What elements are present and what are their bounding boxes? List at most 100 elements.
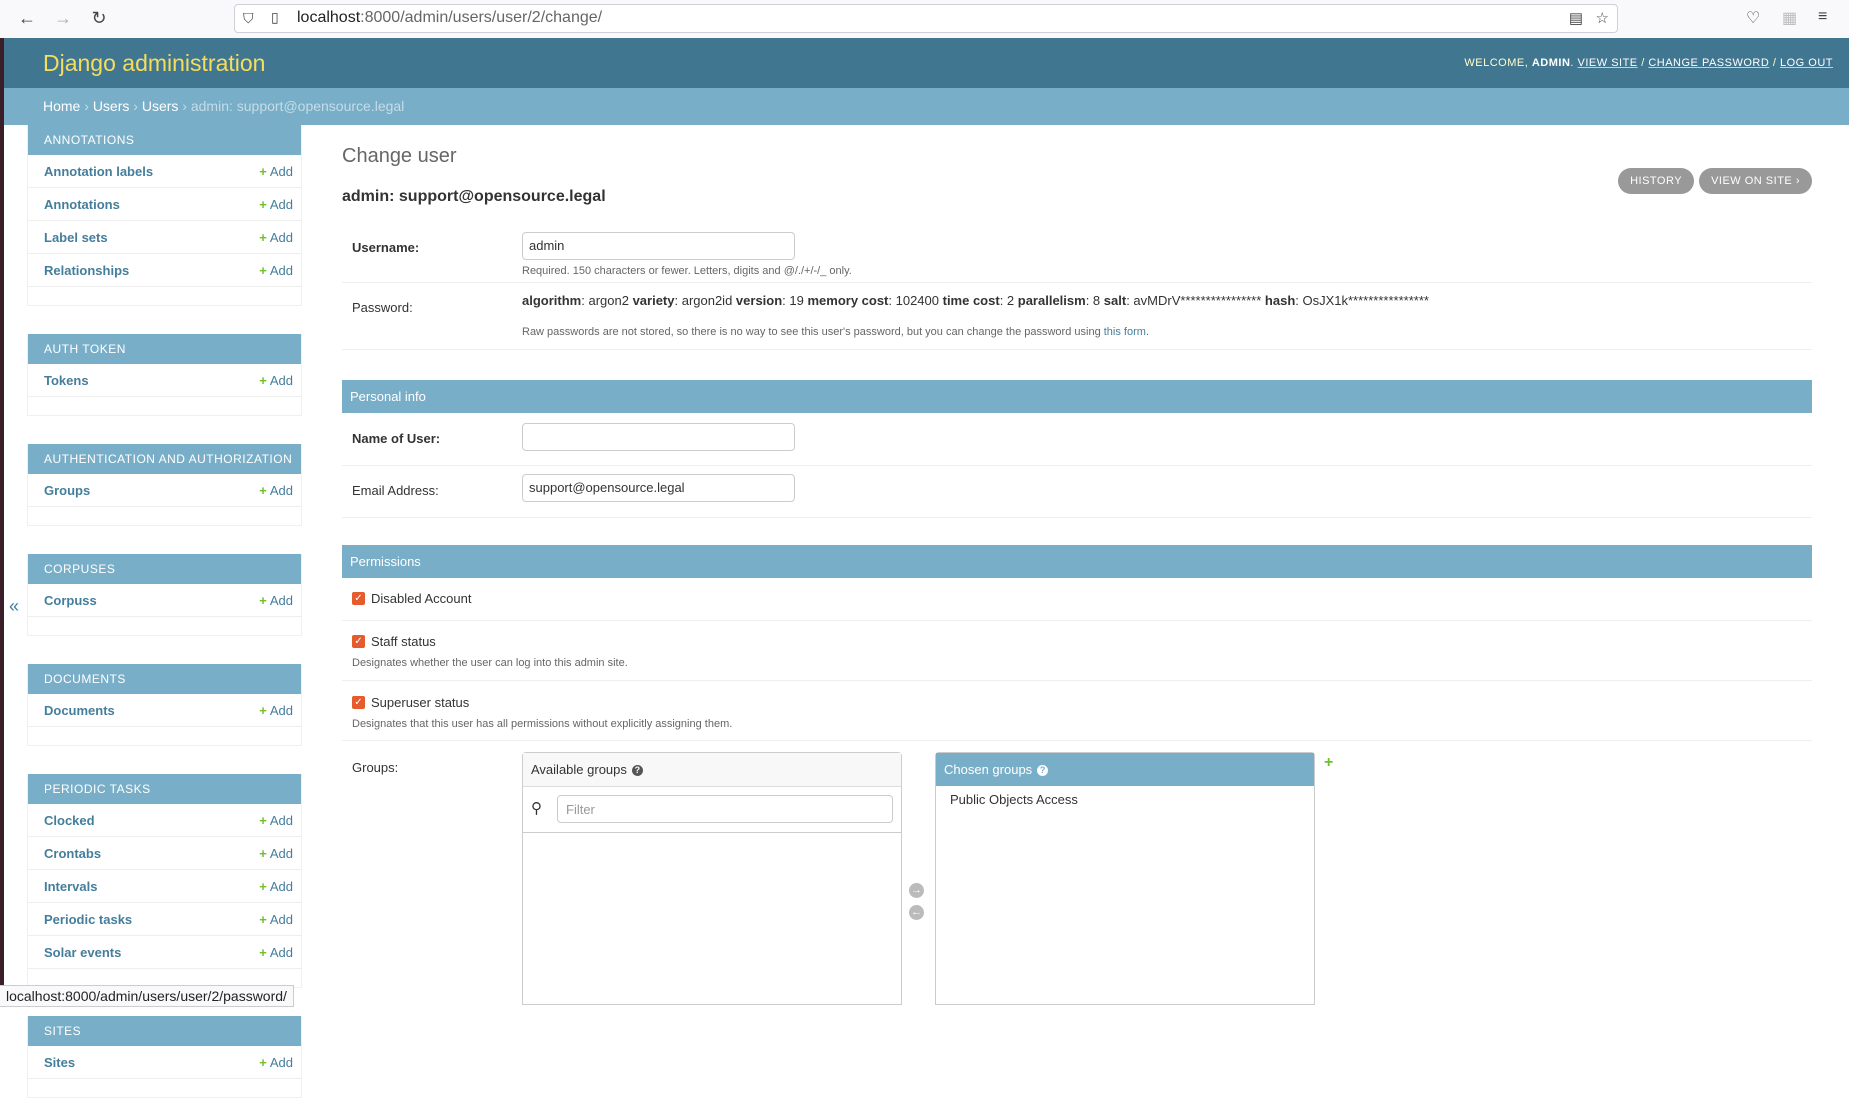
- sidebar-row: Documents + Add: [28, 694, 301, 727]
- menu-icon[interactable]: ≡: [1818, 8, 1827, 26]
- page-title: Change user: [342, 145, 457, 167]
- breadcrumb-app[interactable]: Users: [93, 98, 130, 114]
- sidebar-item-link[interactable]: Groups: [44, 483, 90, 498]
- add-link[interactable]: + Add: [259, 703, 293, 718]
- sidebar-item-link[interactable]: Documents: [44, 703, 115, 718]
- pocket-icon[interactable]: ♡: [1746, 8, 1760, 28]
- bookmark-star-icon[interactable]: ☆: [1596, 9, 1609, 27]
- shield-icon: ⛉: [243, 10, 254, 26]
- change-password-form-link[interactable]: this form: [1104, 326, 1146, 338]
- email-label: Email Address:: [352, 483, 439, 498]
- sidebar-item-link[interactable]: Relationships: [44, 263, 129, 278]
- sidebar-item-link[interactable]: Crontabs: [44, 846, 101, 861]
- add-link[interactable]: + Add: [259, 197, 293, 212]
- breadcrumb-model[interactable]: Users: [142, 98, 179, 114]
- browser-toolbar: ← → ↻ ⛉ ▯ localhost:8000/admin/users/use…: [0, 0, 1849, 39]
- filter-row: ⚲ Filter: [523, 787, 901, 833]
- sidebar-item-link[interactable]: Corpuss: [44, 593, 97, 608]
- add-link[interactable]: + Add: [259, 164, 293, 179]
- name-input[interactable]: [522, 423, 795, 451]
- help-icon: ?: [1037, 765, 1049, 777]
- plus-icon: +: [259, 483, 267, 498]
- disabled-account-checkbox[interactable]: ✓: [352, 592, 365, 605]
- add-link[interactable]: + Add: [259, 813, 293, 828]
- plus-icon: +: [259, 703, 267, 718]
- sidebar-module-caption[interactable]: PERIODIC TASKS: [28, 774, 301, 804]
- history-button[interactable]: HISTORY: [1618, 168, 1695, 194]
- sidebar-module-caption[interactable]: ANNOTATIONS: [28, 125, 301, 155]
- add-link[interactable]: + Add: [259, 912, 293, 927]
- username-input[interactable]: admin: [522, 232, 795, 260]
- sidebar-item-link[interactable]: Intervals: [44, 879, 97, 894]
- sidebar-module-caption[interactable]: DOCUMENTS: [28, 664, 301, 694]
- view-site-link[interactable]: VIEW SITE: [1578, 57, 1638, 69]
- change-password-link[interactable]: CHANGE PASSWORD: [1648, 57, 1769, 69]
- url-text[interactable]: localhost:8000/admin/users/user/2/change…: [297, 9, 602, 27]
- sidebar-row: Annotation labels + Add: [28, 155, 301, 188]
- sidebar-row: Periodic tasks + Add: [28, 903, 301, 936]
- collapse-sidebar-icon[interactable]: «: [9, 596, 19, 617]
- sidebar-module-caption[interactable]: SITES: [28, 1016, 301, 1046]
- username-label: Username:: [352, 240, 420, 255]
- reader-view-icon[interactable]: ▤: [1569, 9, 1583, 27]
- choose-arrow-icon[interactable]: →: [909, 883, 924, 898]
- sidebar-item-link[interactable]: Annotations: [44, 197, 120, 212]
- add-link[interactable]: + Add: [259, 483, 293, 498]
- username-text: ADMIN: [1531, 57, 1571, 69]
- plus-icon: +: [259, 230, 267, 245]
- add-link[interactable]: + Add: [259, 263, 293, 278]
- add-link[interactable]: + Add: [259, 230, 293, 245]
- sidebar-module-caption[interactable]: CORPUSES: [28, 554, 301, 584]
- email-row: Email Address: support@opensource.legal: [342, 465, 1812, 518]
- add-link[interactable]: + Add: [259, 879, 293, 894]
- plus-icon: +: [259, 879, 267, 894]
- disabled-account-label: Disabled Account: [371, 591, 472, 606]
- add-link[interactable]: + Add: [259, 846, 293, 861]
- plus-icon: +: [259, 263, 267, 278]
- content-main: Change user admin: support@opensource.le…: [342, 125, 1812, 1005]
- sidebar-item-link[interactable]: Solar events: [44, 945, 121, 960]
- sidebar-module-caption[interactable]: AUTH TOKEN: [28, 334, 301, 364]
- chosen-group-option[interactable]: Public Objects Access: [936, 786, 1314, 813]
- sidebar-module: CORPUSES Corpuss + Add: [27, 554, 302, 636]
- add-link[interactable]: + Add: [259, 945, 293, 960]
- breadcrumb: Home › Users › Users › admin: support@op…: [4, 88, 1849, 125]
- sidebar-item-link[interactable]: Sites: [44, 1055, 75, 1070]
- sidebar-module-caption[interactable]: AUTHENTICATION AND AUTHORIZATION: [28, 444, 301, 474]
- back-icon[interactable]: ←: [16, 8, 38, 29]
- groups-filter-input[interactable]: Filter: [557, 795, 893, 823]
- sidebar-module: AUTH TOKEN Tokens + Add: [27, 334, 302, 416]
- reload-icon[interactable]: ↻: [88, 8, 110, 29]
- window-edge: [0, 38, 4, 1005]
- superuser-status-help: Designates that this user has all permis…: [352, 718, 733, 730]
- sidebar-row: Label sets + Add: [28, 221, 301, 254]
- add-group-plus-icon[interactable]: +: [1324, 754, 1333, 772]
- extension-icon[interactable]: ▦: [1782, 8, 1797, 28]
- sidebar-item-link[interactable]: Periodic tasks: [44, 912, 132, 927]
- page-icon: ▯: [271, 9, 279, 25]
- search-icon: ⚲: [531, 800, 542, 817]
- view-on-site-button[interactable]: VIEW ON SITE ›: [1699, 168, 1812, 194]
- sidebar-item-link[interactable]: Annotation labels: [44, 164, 153, 179]
- add-link[interactable]: + Add: [259, 1055, 293, 1070]
- breadcrumb-home[interactable]: Home: [43, 98, 80, 114]
- available-groups-caption: Available groups?: [523, 753, 901, 787]
- sidebar-item-link[interactable]: Label sets: [44, 230, 108, 245]
- sidebar-row: Intervals + Add: [28, 870, 301, 903]
- sidebar-item-link[interactable]: Clocked: [44, 813, 95, 828]
- admin-header: Django administration WELCOME, ADMIN. VI…: [4, 38, 1849, 88]
- staff-status-checkbox[interactable]: ✓: [352, 635, 365, 648]
- add-link[interactable]: + Add: [259, 373, 293, 388]
- add-link[interactable]: + Add: [259, 593, 293, 608]
- remove-arrow-icon[interactable]: ←: [909, 905, 924, 920]
- log-out-link[interactable]: LOG OUT: [1780, 57, 1833, 69]
- disabled-account-row: ✓ Disabled Account: [342, 578, 1812, 621]
- site-brand[interactable]: Django administration: [43, 50, 265, 77]
- forward-icon[interactable]: →: [52, 8, 74, 29]
- status-bar-url: localhost:8000/admin/users/user/2/passwo…: [0, 985, 294, 1007]
- username-row: Username: admin Required. 150 characters…: [342, 225, 1812, 283]
- sidebar-item-link[interactable]: Tokens: [44, 373, 89, 388]
- email-input[interactable]: support@opensource.legal: [522, 474, 795, 502]
- address-bar[interactable]: ⛉ ▯ localhost:8000/admin/users/user/2/ch…: [234, 4, 1618, 33]
- superuser-status-checkbox[interactable]: ✓: [352, 696, 365, 709]
